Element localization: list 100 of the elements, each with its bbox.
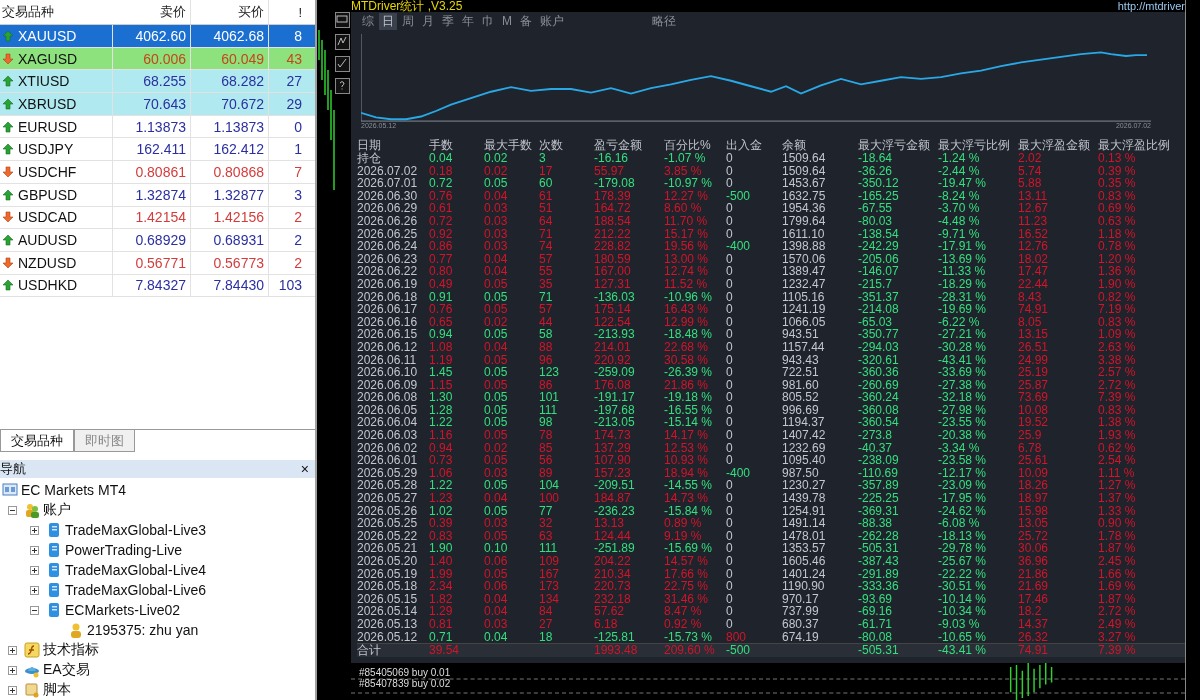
help-icon[interactable] bbox=[335, 78, 350, 94]
period-tab[interactable]: 巾 bbox=[479, 12, 497, 30]
table-cell-text: 0.05 bbox=[484, 391, 509, 404]
tree-item[interactable]: 技术指标 bbox=[43, 641, 99, 659]
tree-item[interactable]: 账户 bbox=[43, 501, 71, 519]
table-cell-text: 0.04 bbox=[484, 492, 509, 505]
column-header[interactable]: ! bbox=[269, 0, 305, 24]
date-cell-text: 2026.05.18 bbox=[357, 580, 419, 593]
tree-item[interactable]: 2195375: zhu yan bbox=[87, 622, 199, 638]
symbol-row[interactable]: USDHKD 7.84327 7.84430 103 bbox=[0, 274, 315, 298]
website-link[interactable]: http://mtdriver bbox=[1117, 0, 1185, 12]
symbol-row[interactable]: XAUUSD 4062.60 4062.68 8 bbox=[0, 25, 315, 48]
symbol-row[interactable]: EURUSD 1.13873 1.13873 0 bbox=[0, 115, 315, 139]
tree-item[interactable]: EA交易 bbox=[43, 661, 90, 679]
table-cell-text: 51 bbox=[539, 202, 554, 215]
symbol-row[interactable]: XBRUSD 70.643 70.672 29 bbox=[0, 93, 315, 116]
spread-value: 2 bbox=[293, 253, 303, 273]
period-tab[interactable]: 日 bbox=[379, 12, 397, 30]
table-cell-text: -225.25 bbox=[858, 492, 900, 505]
date-cell-text: 2026.06.11 bbox=[357, 353, 418, 367]
date-cell-text: 2026.05.13 bbox=[357, 617, 419, 631]
symbol-row[interactable]: XAGUSD 60.006 60.049 43 bbox=[0, 47, 315, 71]
period-tab[interactable]: 综 bbox=[359, 12, 377, 30]
tree-item[interactable]: 脚本 bbox=[43, 681, 71, 699]
chart-tool-icon[interactable] bbox=[335, 34, 350, 50]
date-cell-text: 合计 bbox=[357, 644, 382, 657]
user-icon bbox=[68, 622, 84, 638]
column-header: 百分比% bbox=[664, 138, 712, 152]
table-cell-text: 0.05 bbox=[484, 429, 509, 442]
period-tab[interactable]: M bbox=[499, 14, 515, 28]
panel-tab[interactable]: 交易品种 bbox=[0, 430, 74, 452]
table-cell-text: 18.2 bbox=[1018, 605, 1043, 618]
tree-item[interactable]: ECMarkets-Live02 bbox=[65, 602, 181, 618]
table-cell-text: -6.22 % bbox=[938, 315, 981, 329]
tree-toggle[interactable] bbox=[30, 585, 39, 595]
tree-item[interactable]: PowerTrading-Live bbox=[65, 542, 182, 558]
table-cell-text: -24.62 % bbox=[938, 504, 988, 518]
column-header: 盈亏金额 bbox=[594, 138, 643, 152]
column-header[interactable]: 卖价 bbox=[113, 0, 191, 24]
tree-toggle[interactable] bbox=[30, 525, 39, 535]
date-cell-text: 2026.05.12 bbox=[357, 630, 419, 644]
symbol-row[interactable]: XTIUSD 68.255 68.282 27 bbox=[0, 70, 315, 94]
table-cell-text: -10.97 % bbox=[664, 177, 714, 190]
table-cell-text: 1993.48 bbox=[594, 644, 639, 657]
tree-item[interactable]: TradeMaxGlobal-Live6 bbox=[65, 582, 207, 598]
table-cell-text: 57 bbox=[539, 303, 554, 316]
period-tab[interactable]: 月 bbox=[419, 12, 437, 30]
symbol-row[interactable]: USDJPY 162.411 162.412 1 bbox=[0, 138, 315, 162]
table-cell-text: -360.36 bbox=[858, 366, 900, 379]
bid-price: 1.42154 bbox=[113, 206, 191, 229]
tree-toggle[interactable] bbox=[30, 545, 39, 555]
tree-item[interactable]: TradeMaxGlobal-Live4 bbox=[65, 562, 207, 578]
tree-toggle[interactable] bbox=[8, 505, 17, 515]
table-cell-text: 1.66 % bbox=[1098, 567, 1137, 581]
tree-item[interactable]: TradeMaxGlobal-Live3 bbox=[65, 522, 207, 538]
date-cell-text: 2026.06.05 bbox=[357, 403, 419, 417]
symbol-row[interactable]: USDCHF 0.80861 0.80868 7 bbox=[0, 161, 315, 184]
date-cell-text: 2026.06.26 bbox=[357, 214, 419, 228]
date-cell-text: 2026.06.17 bbox=[357, 303, 419, 316]
table-cell-text: 0.73 bbox=[429, 454, 454, 467]
symbol-row[interactable]: USDCAD 1.42154 1.42156 2 bbox=[0, 206, 315, 230]
table-cell-text: 0.49 bbox=[429, 277, 454, 291]
table-cell-text: 11.52 % bbox=[664, 277, 709, 291]
path-tab[interactable]: 略径 bbox=[649, 12, 679, 30]
close-button[interactable]: × bbox=[298, 461, 311, 477]
column-header[interactable]: 交易品种 bbox=[0, 0, 113, 24]
symbol-row[interactable]: GBPUSD 1.32874 1.32877 3 bbox=[0, 183, 315, 207]
column-header[interactable]: 买价 bbox=[191, 0, 269, 24]
date-cell-text: 2026.06.30 bbox=[357, 189, 419, 203]
table-cell-text: -320.61 bbox=[858, 353, 900, 367]
table-cell-text: -1.07 % bbox=[664, 152, 707, 165]
period-tab[interactable]: 账户 bbox=[537, 12, 567, 30]
table-cell-text: 167 bbox=[539, 567, 561, 581]
symbol-row[interactable]: NZDUSD 0.56771 0.56773 2 bbox=[0, 251, 315, 275]
tree-toggle[interactable] bbox=[8, 645, 17, 655]
period-tab[interactable]: 季 bbox=[439, 12, 457, 30]
period-tab[interactable]: 年 bbox=[459, 12, 477, 30]
tree-item[interactable]: EC Markets MT4 bbox=[21, 482, 126, 498]
table-cell-text: 0.02 bbox=[484, 315, 509, 329]
tree-toggle[interactable] bbox=[8, 665, 17, 675]
table-cell-text: 2.72 % bbox=[1098, 378, 1137, 392]
table-cell-text: -369.31 bbox=[858, 504, 900, 518]
table-cell-text: 176.08 bbox=[594, 378, 632, 392]
chart-tool-icon[interactable] bbox=[335, 56, 350, 72]
table-cell-text: 180.59 bbox=[594, 252, 632, 266]
tree-toggle[interactable] bbox=[8, 685, 17, 695]
tree-toggle[interactable] bbox=[30, 605, 39, 615]
symbol-row[interactable]: AUDUSD 0.68929 0.68931 2 bbox=[0, 229, 315, 252]
date-cell-text: 2026.05.14 bbox=[357, 605, 419, 618]
table-cell-text: 0.76 bbox=[429, 303, 454, 316]
period-tab[interactable]: 备 bbox=[517, 12, 535, 30]
bid-price: 70.643 bbox=[113, 93, 191, 115]
period-tab[interactable]: 周 bbox=[399, 12, 417, 30]
table-cell-text: -65.03 bbox=[858, 315, 894, 329]
chart-tool-icon[interactable] bbox=[335, 12, 350, 28]
table-cell-text: 0.91 bbox=[429, 290, 454, 304]
date-cell-text: 2026.06.04 bbox=[357, 416, 419, 430]
tree-toggle[interactable] bbox=[30, 565, 39, 575]
table-cell-text: 26.32 bbox=[1018, 630, 1050, 644]
table-cell-text: 25.61 bbox=[1018, 454, 1050, 467]
